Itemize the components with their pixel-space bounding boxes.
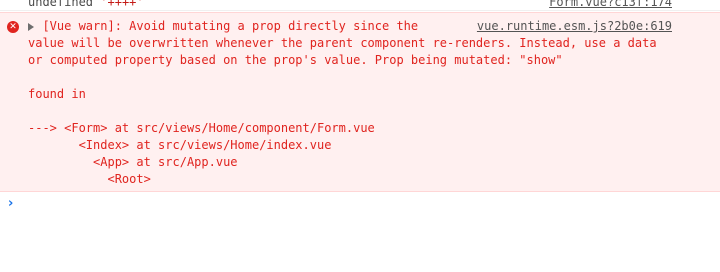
error-message-text[interactable]: [Vue warn]: Avoid mutating a prop direct…	[28, 18, 688, 188]
error-line: <Index> at src/views/Home/index.vue	[28, 138, 332, 152]
previous-log-source-link[interactable]: Form.vue?c13f:174	[549, 0, 672, 11]
error-line: <Root>	[28, 172, 151, 186]
console-input[interactable]	[28, 193, 708, 215]
error-first-line: [Vue warn]: Avoid mutating a prop direct…	[42, 19, 419, 33]
previous-log-row: undefined '++++' Form.vue?c13f:174	[0, 0, 720, 11]
error-message-row: ✕ vue.runtime.esm.js?2b0e:619 [Vue warn]…	[0, 12, 720, 192]
error-line: found in	[28, 87, 86, 101]
previous-log-value: undefined	[28, 0, 94, 9]
error-line: or computed property based on the prop's…	[28, 53, 563, 67]
previous-log-message: undefined '++++'	[28, 0, 144, 11]
devtools-console: undefined '++++' Form.vue?c13f:174 ✕ vue…	[0, 0, 720, 272]
prompt-caret-icon: ›	[8, 196, 14, 211]
error-line: value will be overwritten whenever the p…	[28, 36, 657, 50]
error-icon: ✕	[7, 21, 19, 33]
error-line: <App> at src/App.vue	[28, 155, 238, 169]
console-prompt-row: ›	[0, 193, 720, 215]
previous-log-string: '++++'	[100, 0, 144, 9]
error-line: ---> <Form> at src/views/Home/component/…	[28, 121, 375, 135]
